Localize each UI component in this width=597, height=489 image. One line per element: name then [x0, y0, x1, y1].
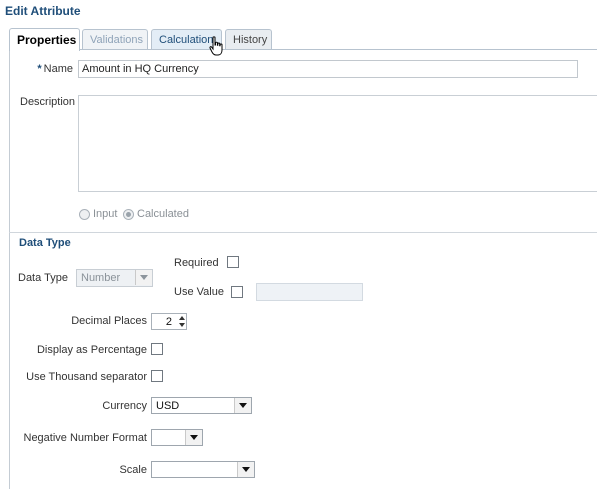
data-type-label: Data Type — [18, 272, 68, 284]
name-label-text: Name — [43, 63, 73, 75]
hand-pointer-icon — [209, 36, 223, 56]
scale-select[interactable] — [151, 461, 255, 478]
currency-value: USD — [156, 400, 180, 412]
radio-calculated-label: Calculated — [137, 208, 189, 220]
decimal-places-value: 2 — [165, 316, 172, 328]
required-checkbox[interactable] — [227, 256, 239, 268]
section-divider — [9, 232, 597, 233]
thousand-separator-checkbox[interactable] — [151, 370, 163, 382]
tab-history[interactable]: History — [225, 29, 272, 49]
tab-properties[interactable]: Properties — [9, 28, 80, 51]
use-value-label: Use Value — [174, 286, 224, 298]
display-percentage-checkbox[interactable] — [151, 343, 163, 355]
thousand-separator-label: Use Thousand separator — [26, 371, 147, 383]
chevron-down-icon[interactable] — [185, 430, 202, 445]
page-title: Edit Attribute — [5, 4, 81, 18]
negative-format-label: Negative Number Format — [23, 432, 148, 444]
name-label: * Name — [20, 63, 73, 75]
tab-validations: Validations — [82, 29, 148, 49]
stepper-up-icon[interactable] — [179, 316, 185, 320]
currency-select[interactable]: USD — [151, 397, 252, 414]
required-marker: * — [37, 63, 42, 75]
name-input[interactable]: Amount in HQ Currency — [78, 60, 578, 78]
use-value-input — [256, 283, 363, 301]
description-textarea[interactable] — [78, 95, 597, 192]
data-type-value: Number — [81, 272, 121, 284]
radio-calculated[interactable] — [123, 209, 134, 220]
radio-input-label: Input — [93, 208, 118, 220]
description-label: Description — [20, 96, 76, 108]
use-value-checkbox[interactable] — [231, 286, 243, 298]
chevron-down-icon[interactable] — [237, 462, 254, 477]
chevron-down-icon[interactable] — [234, 398, 251, 413]
scale-label: Scale — [119, 464, 147, 476]
tab-divider — [9, 49, 597, 50]
chevron-down-icon — [135, 270, 152, 285]
display-percentage-label: Display as Percentage — [36, 344, 147, 356]
negative-format-select[interactable] — [151, 429, 203, 446]
decimal-places-stepper[interactable]: 2 — [151, 313, 187, 330]
required-label: Required — [174, 257, 219, 269]
decimal-places-label: Decimal Places — [71, 315, 147, 327]
data-type-select: Number — [76, 269, 153, 287]
radio-input[interactable] — [79, 209, 90, 220]
data-type-section-title: Data Type — [19, 237, 71, 249]
currency-label: Currency — [102, 400, 147, 412]
stepper-down-icon[interactable] — [179, 323, 185, 327]
